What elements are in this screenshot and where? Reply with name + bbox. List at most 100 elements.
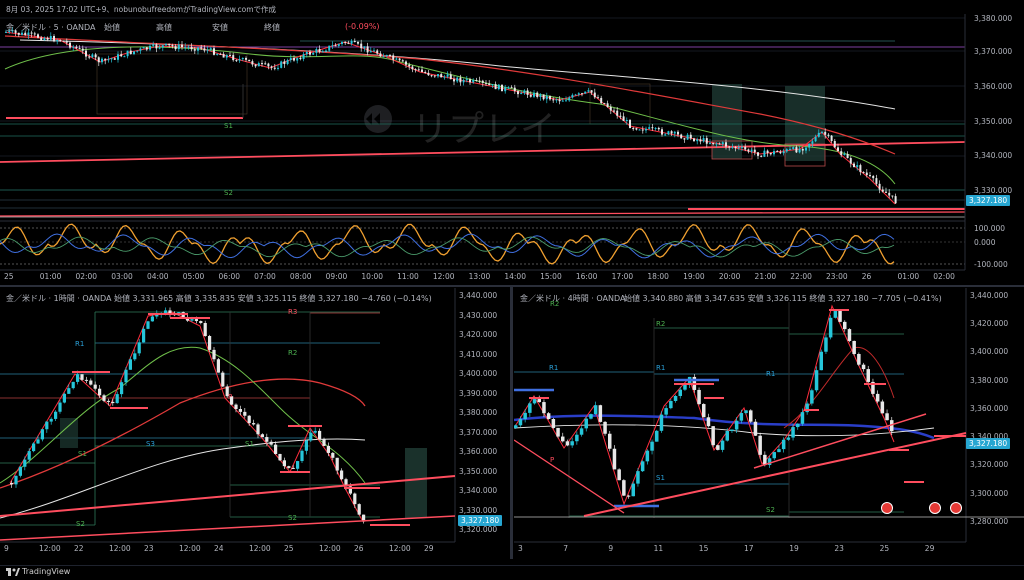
candle-body (184, 46, 187, 48)
candle-body (575, 434, 579, 442)
candle-body (155, 44, 158, 49)
price-axis-label: 3,430.000 (459, 310, 498, 320)
candle-body (878, 183, 881, 190)
candle-body (261, 63, 263, 65)
candle-body (619, 115, 622, 117)
candle-body (641, 129, 644, 131)
price-axis-label: 3,350.000 (974, 117, 1013, 126)
candle-body (852, 340, 856, 354)
candle-body (287, 466, 291, 468)
level-label-r1: R1 (75, 340, 85, 348)
candle-body (411, 66, 414, 70)
candle-body (102, 395, 106, 401)
candle-body (142, 47, 145, 49)
candle-body (277, 67, 279, 69)
chart-4h-time-axis[interactable]: 3 7 9 11 15 17 19 23 25 29 (514, 544, 966, 556)
candle-body (293, 58, 295, 61)
time-axis-label: 12:00 (319, 544, 341, 553)
candle-body (881, 189, 884, 192)
us-flag-event-icon[interactable] (881, 502, 893, 514)
us-flag-event-icon[interactable] (929, 502, 941, 514)
candle-body (590, 90, 593, 93)
level-label-r3: R3 (288, 308, 298, 316)
level-label-r1c: R1 (766, 370, 776, 378)
candle-body (256, 424, 260, 435)
candle-body (817, 132, 820, 137)
chart-5min-symbol[interactable]: 金／米ドル · 5 · OANDA (6, 22, 95, 33)
time-axis-label: 14:00 (504, 272, 526, 281)
candle-body (617, 469, 621, 481)
candle-body (385, 55, 388, 57)
candle-body (840, 151, 843, 155)
candle-body (304, 440, 308, 451)
candle-body (561, 100, 564, 102)
candle-body (894, 196, 897, 204)
time-axis-label: 22:00 (790, 272, 812, 281)
candle-body (523, 412, 527, 420)
candle-body (706, 417, 711, 427)
candle-body (589, 414, 593, 419)
chart-4h-symbol[interactable]: 金／米ドル · 4時間 · OANDA (520, 293, 625, 304)
candle-body (274, 444, 278, 454)
candle-body (120, 54, 123, 57)
candle-body (313, 430, 317, 433)
candle-body (781, 439, 786, 450)
candle-body (772, 452, 776, 459)
time-axis-label: 25 (4, 272, 14, 281)
candle-body (760, 155, 763, 157)
candle-body (598, 405, 603, 422)
candle-body (730, 429, 734, 431)
time-axis-label: 23:00 (826, 272, 848, 281)
candle-body (113, 58, 116, 60)
candle-body (78, 48, 81, 50)
chart-1h-panel[interactable]: 金／米ドル · 1時間 · OANDA 始値 3,331.965 高値 3,33… (0, 288, 510, 558)
candle-body (65, 41, 68, 43)
chart-1h-canvas[interactable] (0, 288, 510, 558)
time-axis-label: 06:00 (218, 272, 241, 281)
candle-body (758, 435, 762, 455)
candle-body (414, 69, 417, 71)
candle-body (315, 49, 318, 53)
candle-body (720, 440, 725, 450)
chart-5min-time-axis[interactable]: 25 01:00 02:00 03:00 04:00 05:00 06:00 07:00 08:… (0, 272, 965, 284)
candle-body (565, 100, 567, 102)
candle-body (571, 94, 574, 98)
candle-body (190, 319, 194, 321)
candle-body (36, 439, 40, 444)
time-axis-label: 22 (74, 544, 84, 553)
chart-5min-ohlc-close: 終値 (264, 23, 280, 32)
candle-body (472, 79, 475, 83)
candle-body (93, 384, 97, 389)
candle-body (549, 96, 551, 100)
chart-1h-price-axis[interactable]: 3,440.000 3,430.000 3,420.000 3,410.000 3,40… (455, 288, 510, 542)
candle-body (837, 147, 839, 152)
chart-4h-canvas[interactable] (514, 288, 1024, 558)
candle-body (626, 495, 631, 497)
candle-body (318, 430, 322, 440)
chart-4h-price-axis[interactable]: 3,440.000 3,420.000 3,400.000 3,380.000 3,36… (966, 288, 1024, 542)
candle-body (891, 195, 894, 197)
candle-body (657, 127, 660, 130)
chart-4h-panel[interactable]: 金／米ドル · 4時間 · OANDA 始値 3,340.880 高値 3,34… (514, 288, 1024, 558)
candle-body (824, 131, 827, 135)
candle-body (664, 408, 668, 415)
candle-body (133, 51, 135, 55)
candle-body (814, 370, 819, 391)
chart-4h-ohlc: 始値 3,340.880 高値 3,347.635 安値 3,326.115 終… (624, 294, 942, 303)
candle-body (174, 46, 177, 50)
pane-divider[interactable] (510, 287, 513, 559)
time-axis-label: 01:00 (39, 272, 62, 281)
candle-body (312, 52, 315, 55)
candle-body (270, 66, 273, 68)
chart-1h-symbol[interactable]: 金／米ドル · 1時間 · OANDA (6, 293, 111, 304)
candle-body (322, 439, 326, 446)
us-flag-event-icon[interactable] (950, 502, 962, 514)
chart-5min-panel[interactable]: 金／米ドル · 5 · OANDA 始値 高値 安値 終値 (-0.09%) リ… (0, 14, 1024, 284)
candle-body (238, 59, 241, 61)
candle-body (616, 110, 619, 116)
candle-body (517, 91, 519, 95)
candle-body (335, 457, 339, 471)
time-axis-label: 7 (563, 544, 568, 553)
candle-body (37, 34, 39, 38)
chart-1h-time-axis[interactable]: 9 12:00 22 12:00 23 12:00 24 12:00 25 12:00 26 12:0… (0, 544, 455, 556)
